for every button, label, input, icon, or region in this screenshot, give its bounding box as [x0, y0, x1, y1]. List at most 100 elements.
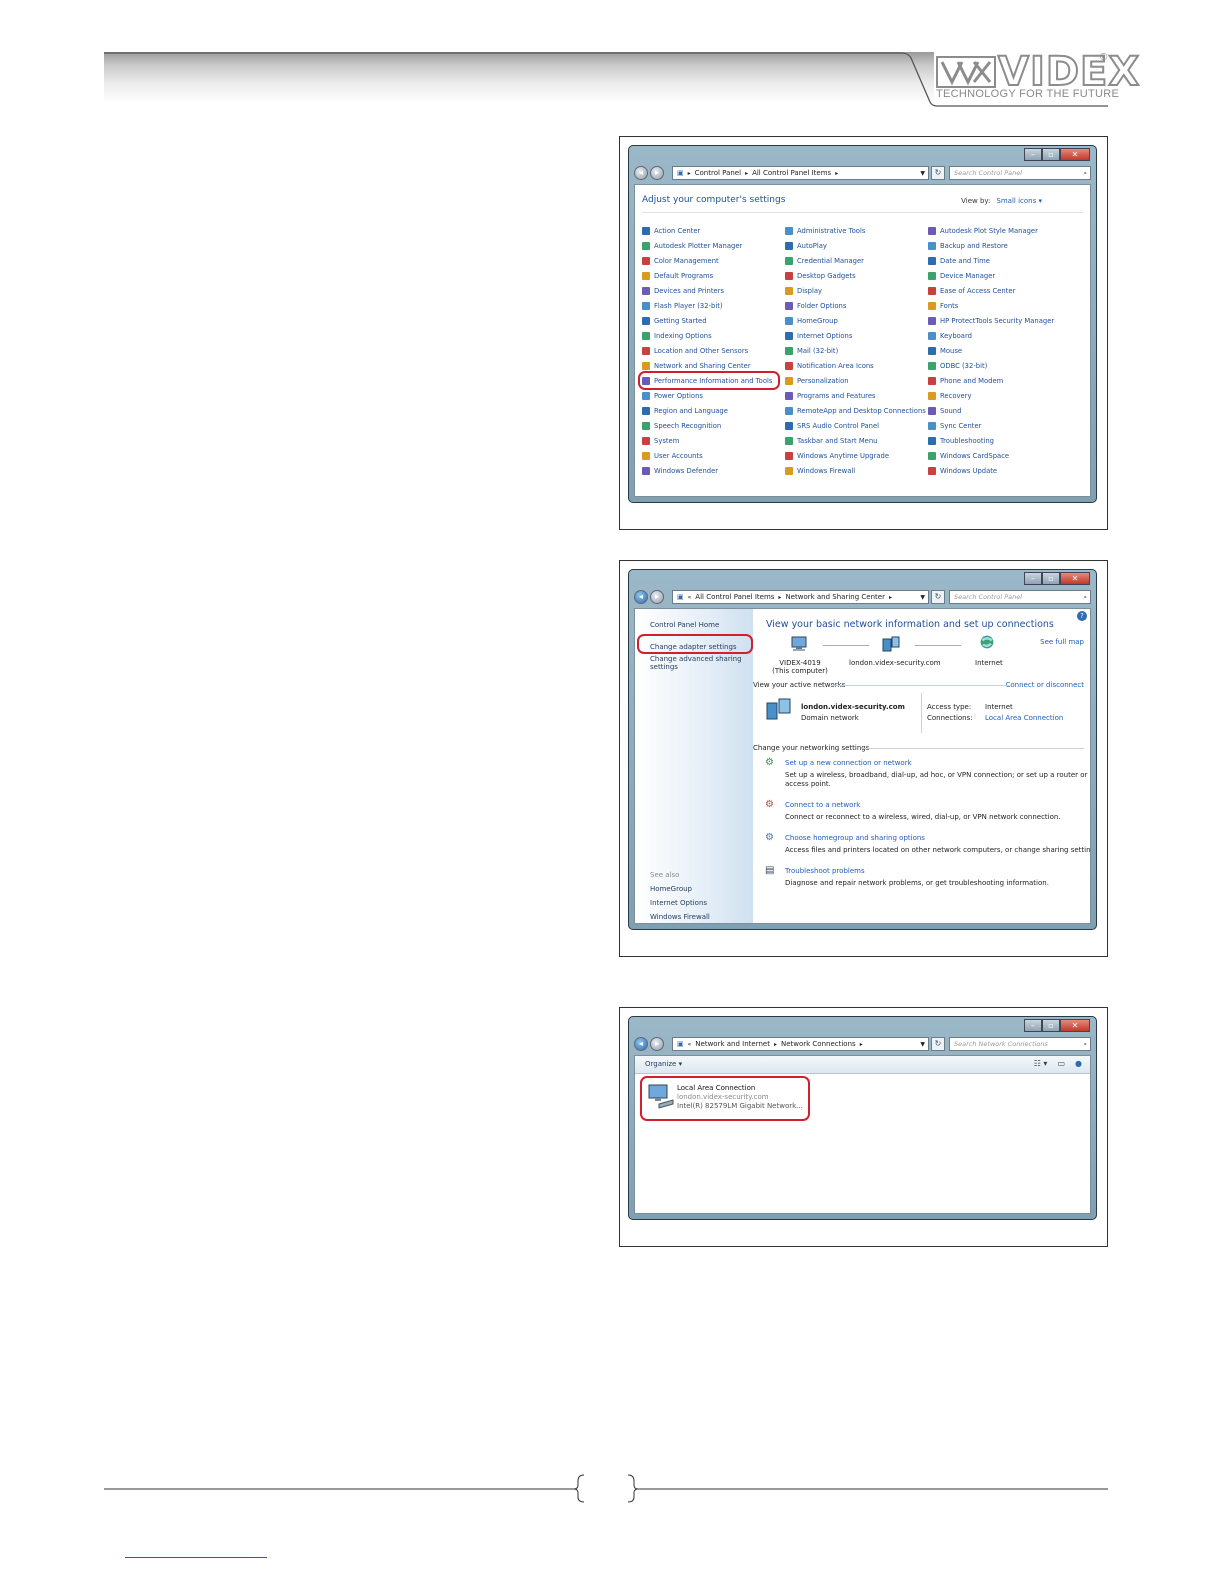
control-panel-item[interactable]: Phone and Modem	[928, 375, 1003, 386]
view-by-dropdown[interactable]: Small icons ▾	[996, 197, 1042, 205]
back-button[interactable]: ◂	[634, 590, 648, 604]
chevron-down-icon[interactable]: ▼	[920, 594, 925, 601]
control-panel-home-link[interactable]: Control Panel Home	[650, 621, 719, 629]
help-icon[interactable]: ●	[1075, 1059, 1082, 1068]
address-bar[interactable]: ▣ ▸ Control Panel ▸ All Control Panel It…	[672, 166, 929, 180]
control-panel-item[interactable]: Action Center	[642, 225, 700, 236]
control-panel-item[interactable]: Windows Anytime Upgrade	[785, 450, 889, 461]
control-panel-item[interactable]: Keyboard	[928, 330, 972, 341]
control-panel-item[interactable]: RemoteApp and Desktop Connections	[785, 405, 926, 416]
control-panel-item[interactable]: Indexing Options	[642, 330, 712, 341]
breadcrumb-item[interactable]: Control Panel	[695, 169, 741, 177]
control-panel-item[interactable]: Power Options	[642, 390, 703, 401]
refresh-icon[interactable]: ↻	[931, 590, 945, 604]
chevron-down-icon[interactable]: ▼	[920, 1041, 925, 1048]
troubleshoot-link[interactable]: Troubleshoot problems	[785, 867, 865, 875]
organize-menu[interactable]: Organize ▾	[645, 1060, 682, 1068]
control-panel-item[interactable]: Default Programs	[642, 270, 713, 281]
search-input[interactable]: Search Control Panel ⌕	[949, 590, 1091, 604]
control-panel-item[interactable]: Device Manager	[928, 270, 995, 281]
change-view-icon[interactable]: ☷ ▾	[1034, 1059, 1048, 1068]
control-panel-item[interactable]: Network and Sharing Center	[642, 360, 751, 371]
control-panel-item[interactable]: Administrative Tools	[785, 225, 865, 236]
refresh-icon[interactable]: ↻	[931, 1037, 945, 1051]
connect-disconnect-link[interactable]: Connect or disconnect	[1006, 681, 1085, 689]
control-panel-item[interactable]: Personalization	[785, 375, 849, 386]
control-panel-item[interactable]: Troubleshooting	[928, 435, 994, 446]
control-panel-item[interactable]: Backup and Restore	[928, 240, 1008, 251]
refresh-icon[interactable]: ↻	[931, 166, 945, 180]
control-panel-item[interactable]: Date and Time	[928, 255, 990, 266]
maximize-button[interactable]: ▫	[1042, 148, 1060, 161]
chevron-down-icon[interactable]: ▼	[920, 170, 925, 177]
control-panel-item[interactable]: Internet Options	[785, 330, 852, 341]
minimize-button[interactable]: –	[1024, 1019, 1042, 1032]
maximize-button[interactable]: ▫	[1042, 1019, 1060, 1032]
control-panel-item[interactable]: Mail (32-bit)	[785, 345, 838, 356]
control-panel-item[interactable]: System	[642, 435, 679, 446]
control-panel-item[interactable]: Recovery	[928, 390, 972, 401]
control-panel-item[interactable]: Sync Center	[928, 420, 981, 431]
control-panel-item[interactable]: Sound	[928, 405, 961, 416]
forward-button[interactable]: ▸	[650, 590, 664, 604]
control-panel-item[interactable]: Credential Manager	[785, 255, 864, 266]
see-full-map-link[interactable]: See full map	[1040, 638, 1084, 646]
minimize-button[interactable]: –	[1024, 148, 1042, 161]
control-panel-item[interactable]: Getting Started	[642, 315, 707, 326]
control-panel-item[interactable]: Location and Other Sensors	[642, 345, 748, 356]
breadcrumb-item[interactable]: All Control Panel Items	[695, 593, 774, 601]
breadcrumb-item[interactable]: Network and Internet	[695, 1040, 770, 1048]
local-area-connection-link[interactable]: Local Area Connection	[985, 714, 1063, 722]
control-panel-item[interactable]: Taskbar and Start Menu	[785, 435, 877, 446]
control-panel-item[interactable]: Folder Options	[785, 300, 846, 311]
maximize-button[interactable]: ▫	[1042, 572, 1060, 585]
close-button[interactable]: ✕	[1060, 148, 1090, 161]
control-panel-item[interactable]: Devices and Printers	[642, 285, 724, 296]
breadcrumb-item[interactable]: Network and Sharing Center	[785, 593, 885, 601]
connect-network-link[interactable]: Connect to a network	[785, 801, 860, 809]
control-panel-item[interactable]: Windows Update	[928, 465, 997, 476]
homegroup-sharing-link[interactable]: Choose homegroup and sharing options	[785, 834, 925, 842]
forward-button[interactable]: ▸	[650, 1037, 664, 1051]
address-bar[interactable]: ▣ « Network and Internet ▸ Network Conne…	[672, 1037, 929, 1051]
help-icon[interactable]: ?	[1077, 611, 1087, 621]
control-panel-item[interactable]: Flash Player (32-bit)	[642, 300, 723, 311]
control-panel-item[interactable]: Color Management	[642, 255, 719, 266]
forward-button[interactable]: ▸	[650, 166, 664, 180]
minimize-button[interactable]: –	[1024, 572, 1042, 585]
search-input[interactable]: Search Control Panel ⌕	[949, 166, 1091, 180]
homegroup-link[interactable]: HomeGroup	[650, 885, 692, 893]
breadcrumb-item[interactable]: Network Connections	[781, 1040, 856, 1048]
control-panel-item[interactable]: Autodesk Plotter Manager	[642, 240, 742, 251]
address-bar[interactable]: ▣ « All Control Panel Items ▸ Network an…	[672, 590, 929, 604]
control-panel-item[interactable]: Speech Recognition	[642, 420, 721, 431]
close-button[interactable]: ✕	[1060, 1019, 1090, 1032]
control-panel-item[interactable]: Ease of Access Center	[928, 285, 1015, 296]
setup-connection-link[interactable]: Set up a new connection or network	[785, 759, 912, 767]
control-panel-item[interactable]: Programs and Features	[785, 390, 876, 401]
control-panel-item[interactable]: Desktop Gadgets	[785, 270, 856, 281]
control-panel-item[interactable]: Mouse	[928, 345, 962, 356]
windows-firewall-link[interactable]: Windows Firewall	[650, 913, 710, 921]
control-panel-item[interactable]: Notification Area Icons	[785, 360, 874, 371]
control-panel-item[interactable]: HP ProtectTools Security Manager	[928, 315, 1054, 326]
control-panel-item[interactable]: HomeGroup	[785, 315, 838, 326]
control-panel-item[interactable]: SRS Audio Control Panel	[785, 420, 879, 431]
control-panel-item[interactable]: Windows CardSpace	[928, 450, 1009, 461]
search-input[interactable]: Search Network Connections ⌕	[949, 1037, 1091, 1051]
back-button[interactable]: ◂	[634, 166, 648, 180]
control-panel-item[interactable]: Display	[785, 285, 822, 296]
control-panel-item[interactable]: Region and Language	[642, 405, 728, 416]
internet-options-link[interactable]: Internet Options	[650, 899, 707, 907]
control-panel-item[interactable]: Fonts	[928, 300, 958, 311]
control-panel-item[interactable]: AutoPlay	[785, 240, 827, 251]
control-panel-item[interactable]: Autodesk Plot Style Manager	[928, 225, 1038, 236]
breadcrumb-item[interactable]: All Control Panel Items	[752, 169, 831, 177]
close-button[interactable]: ✕	[1060, 572, 1090, 585]
change-advanced-sharing-link[interactable]: Change advanced sharing settings	[650, 655, 746, 671]
control-panel-item[interactable]: Windows Firewall	[785, 465, 855, 476]
preview-pane-icon[interactable]: ▭	[1057, 1059, 1065, 1068]
control-panel-item[interactable]: ODBC (32-bit)	[928, 360, 987, 371]
back-button[interactable]: ◂	[634, 1037, 648, 1051]
control-panel-item[interactable]: User Accounts	[642, 450, 703, 461]
